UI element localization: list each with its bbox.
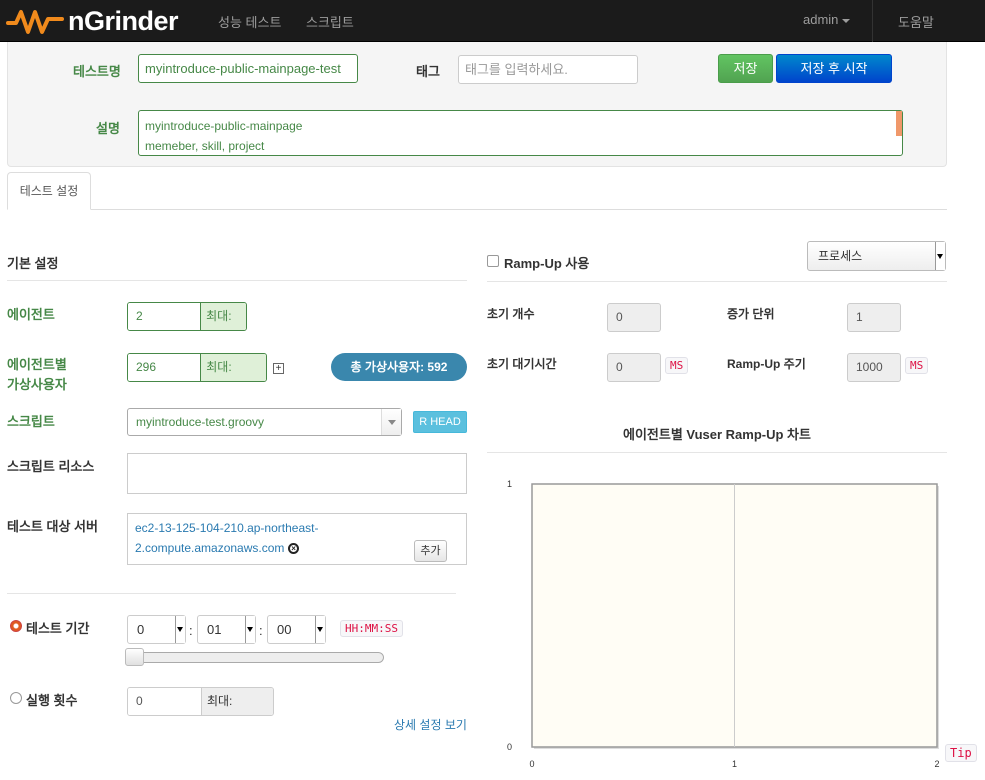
run-count-max-addon: 최대: 10000 xyxy=(200,688,273,715)
run-count-label: 실행 횟수 xyxy=(26,693,78,708)
init-sleep-label: 초기 대기시간 xyxy=(487,357,557,371)
run-count-group: 0 최대: 10000 xyxy=(127,687,274,716)
script-resource-label: 스크립트 리소스 xyxy=(7,459,95,474)
basic-settings-title: 기본 설정 xyxy=(7,256,59,271)
advanced-settings-link[interactable]: 상세 설정 보기 xyxy=(394,716,467,733)
divider xyxy=(487,281,947,282)
nav-performance-test[interactable]: 성능 테스트 xyxy=(218,12,281,31)
nav-script[interactable]: 스크립트 xyxy=(306,12,354,31)
script-label: 스크립트 xyxy=(7,414,55,429)
init-sleep-input[interactable]: 0 xyxy=(607,353,661,382)
time-separator: : xyxy=(259,623,263,638)
vuser-count-input[interactable]: 296 xyxy=(128,354,201,381)
rampup-type-select[interactable]: 프로세스 xyxy=(807,241,946,271)
rampup-checkbox[interactable] xyxy=(487,255,499,267)
logo[interactable]: nGrinder xyxy=(6,4,179,38)
tip-label[interactable]: Tip xyxy=(945,744,977,762)
ms-unit-label: MS xyxy=(905,357,929,374)
description-textarea[interactable]: myintroduce-public-mainpage memeber, ski… xyxy=(138,110,903,156)
top-navbar: nGrinder 성능 테스트 스크립트 admin 도움말 xyxy=(0,0,985,42)
x-tick-label: 2 xyxy=(934,759,939,769)
target-server-label: 테스트 대상 서버 xyxy=(7,519,98,534)
ms-unit-label: MS xyxy=(665,357,689,374)
duration-slider-track[interactable] xyxy=(128,652,384,663)
x-tick-label: 1 xyxy=(732,759,737,769)
plot-area xyxy=(531,483,938,748)
agent-label: 에이전트 xyxy=(7,307,55,322)
script-resource-box xyxy=(127,453,467,494)
duration-format-label: HH:MM:SS xyxy=(340,620,403,637)
step-input[interactable]: 1 xyxy=(847,303,901,332)
vuser-per-agent-label: 에이전트별 가상사용자 xyxy=(7,357,67,392)
duration-radio[interactable] xyxy=(10,620,22,632)
add-host-button[interactable]: 추가 xyxy=(414,540,447,562)
agent-count-group: 2 최대: 2 xyxy=(127,302,247,331)
script-select[interactable]: myintroduce-test.groovy xyxy=(127,408,402,436)
r-head-button[interactable]: R HEAD xyxy=(413,411,467,433)
y-tick-label: 0 xyxy=(507,742,512,752)
vuser-max-addon: 최대: 3000 xyxy=(200,354,266,381)
time-separator: : xyxy=(189,623,193,638)
description-line: myintroduce-public-mainpage xyxy=(145,119,303,133)
x-tick-label: 0 xyxy=(529,759,534,769)
duration-label: 테스트 기간 xyxy=(26,621,90,636)
logo-wave-icon xyxy=(6,10,64,34)
agent-count-input[interactable]: 2 xyxy=(128,303,201,330)
nav-help[interactable]: 도움말 xyxy=(898,12,934,31)
duration-slider-handle[interactable] xyxy=(125,648,144,666)
user-menu[interactable]: admin xyxy=(803,12,851,27)
rampup-chart-title: 에이전트별 Vuser Ramp-Up 차트 xyxy=(623,427,811,442)
chevron-down-icon xyxy=(175,616,185,643)
chevron-down-icon xyxy=(315,616,325,643)
user-name: admin xyxy=(803,12,839,27)
nav-divider xyxy=(872,0,873,42)
remove-host-icon[interactable]: × xyxy=(288,543,300,555)
duration-second-select[interactable]: 00 xyxy=(267,615,326,644)
init-count-input[interactable]: 0 xyxy=(607,303,661,332)
description-line: memeber, skill, project xyxy=(145,139,265,153)
plot-shadow xyxy=(534,486,939,749)
caret-down-icon xyxy=(842,18,851,23)
divider xyxy=(7,280,467,281)
textarea-scrollbar[interactable] xyxy=(896,111,902,136)
save-and-start-button[interactable]: 저장 후 시작 xyxy=(776,54,892,83)
total-vuser-badge: 총 가상사용자: 592 xyxy=(331,353,467,381)
divider xyxy=(487,452,947,453)
target-host-line[interactable]: 2.compute.amazonaws.com xyxy=(135,541,284,555)
init-count-label: 초기 개수 xyxy=(487,307,535,321)
tag-input[interactable]: 태그를 입력하세요. xyxy=(458,55,638,84)
brand-name: nGrinder xyxy=(68,5,179,36)
target-host-line[interactable]: ec2-13-125-104-210.ap-northeast- xyxy=(135,518,459,538)
run-count-radio[interactable] xyxy=(10,692,22,704)
vuser-count-group: 296 최대: 3000 xyxy=(127,353,267,382)
rampup-label: Ramp-Up 사용 xyxy=(504,256,590,271)
run-count-input[interactable]: 0 xyxy=(128,688,201,715)
expand-plus-icon[interactable]: + xyxy=(273,363,284,374)
description-label: 설명 xyxy=(96,121,120,136)
tab-test-config[interactable]: 테스트 설정 xyxy=(7,172,91,210)
duration-minute-select[interactable]: 01 xyxy=(197,615,256,644)
step-label: 증가 단위 xyxy=(727,307,775,321)
chevron-down-icon xyxy=(245,616,255,643)
duration-hour-select[interactable]: 0 xyxy=(127,615,186,644)
interval-input[interactable]: 1000 xyxy=(847,353,901,382)
test-name-label: 테스트명 xyxy=(73,64,121,79)
agent-max-addon: 최대: 2 xyxy=(200,303,246,330)
script-select-value: myintroduce-test.groovy xyxy=(136,415,265,429)
test-name-input[interactable]: myintroduce-public-mainpage-test xyxy=(138,54,358,83)
tag-label: 태그 xyxy=(416,64,440,79)
chevron-down-icon xyxy=(381,409,401,435)
divider xyxy=(7,593,456,594)
save-button[interactable]: 저장 xyxy=(718,54,773,83)
chevron-down-icon xyxy=(935,242,945,270)
tab-bar-line xyxy=(7,209,947,210)
y-tick-label: 1 xyxy=(507,479,512,489)
interval-label: Ramp-Up 주기 xyxy=(727,357,806,371)
